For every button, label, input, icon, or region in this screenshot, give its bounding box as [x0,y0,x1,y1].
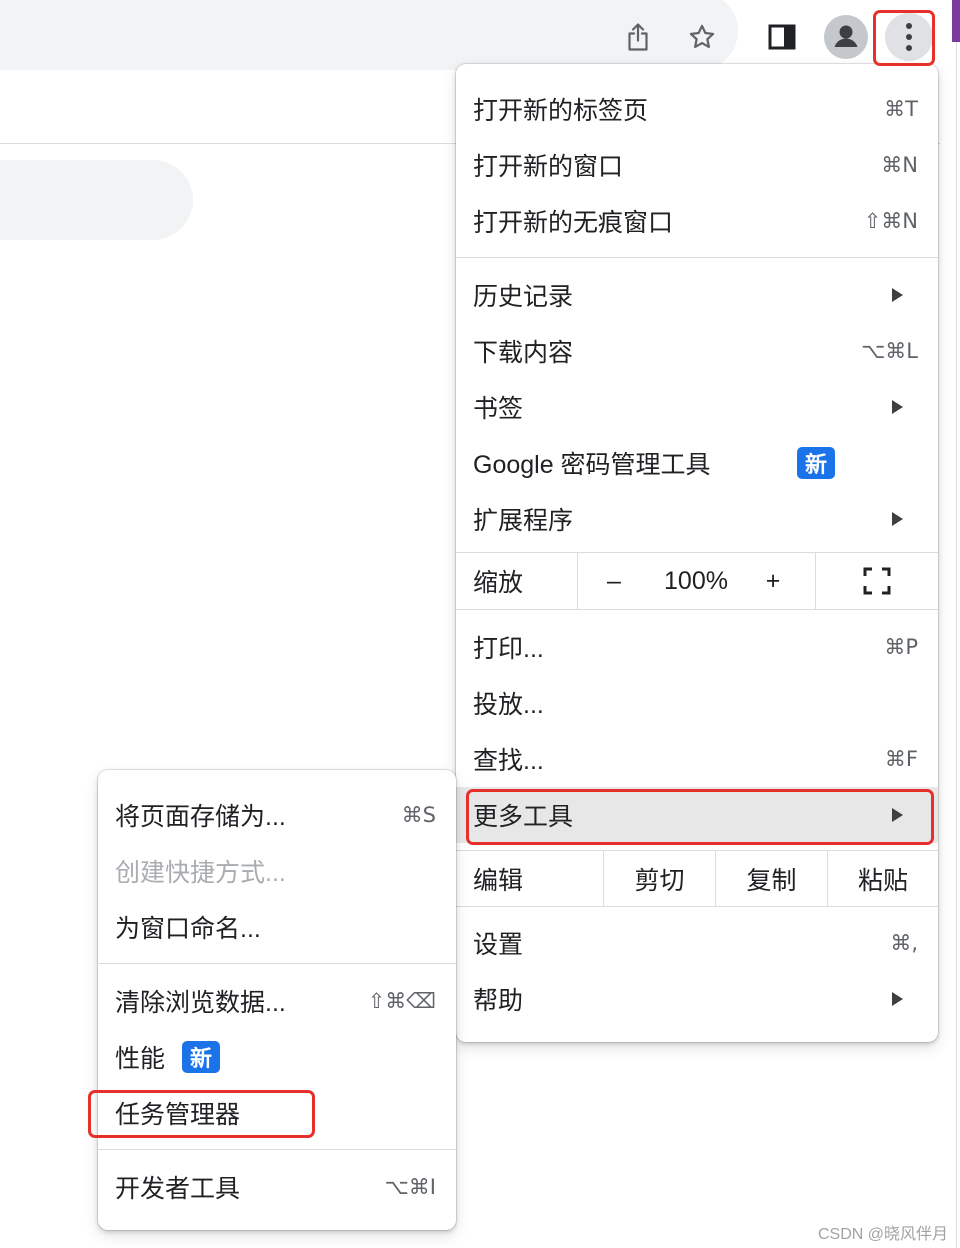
paste-button[interactable]: 粘贴 [828,851,938,906]
menu-item-label: 为窗口命名... [115,915,261,943]
submenu-item-create-shortcut: 创建快捷方式... [98,843,456,899]
menu-item-label: 打印... [473,635,544,663]
menu-item-label: 任务管理器 [115,1101,241,1129]
menu-item-shortcut: ⌥⌘I [384,1175,436,1199]
menu-item-label: 将页面存储为... [115,803,286,831]
menu-item-label: 历史记录 [473,283,574,311]
menu-separator [98,963,456,964]
menu-item-new-incognito-window[interactable]: 打开新的无痕窗口 ⇧⌘N [456,193,938,249]
menu-item-label: 投放... [473,691,544,719]
menu-item-label: 查找... [473,747,544,775]
menu-item-shortcut: ⌘S [401,803,436,827]
menu-item-label: 设置 [473,931,524,959]
submenu-item-clear-browsing-data[interactable]: 清除浏览数据... ⇧⌘⌫ [98,973,456,1029]
menu-item-history[interactable]: 历史记录 [456,267,938,323]
submenu-item-name-window[interactable]: 为窗口命名... [98,899,456,955]
fullscreen-button[interactable] [816,553,938,609]
menu-item-shortcut: ⌘P [884,635,918,659]
bookmark-star-button[interactable] [688,23,716,51]
fullscreen-icon [863,567,891,595]
zoom-level: 100% [664,566,728,595]
window-edge-border [956,42,957,1248]
submenu-item-performance[interactable]: 性能 新 [98,1029,456,1085]
more-tools-submenu: 将页面存储为... ⌘S 创建快捷方式... 为窗口命名... 清除浏览数据..… [98,770,456,1230]
menu-item-shortcut: ⌘N [881,153,918,177]
side-panel-button[interactable] [768,24,796,50]
kebab-menu-icon [885,13,933,61]
share-icon [628,23,648,51]
menu-item-label: 开发者工具 [115,1175,241,1203]
chevron-right-icon [892,400,903,414]
browser-window: 打开新的标签页 ⌘T 打开新的窗口 ⌘N 打开新的无痕窗口 ⇧⌘N 历史记录 下… [0,0,960,1248]
menu-item-print[interactable]: 打印... ⌘P [456,619,938,675]
avatar-icon [824,15,868,59]
edit-label: 编辑 [473,866,524,895]
chevron-right-icon [892,808,903,822]
submenu-item-save-page[interactable]: 将页面存储为... ⌘S [98,787,456,843]
zoom-in-button[interactable]: + [750,553,796,609]
menu-item-cast[interactable]: 投放... [456,675,938,731]
window-edge-accent [952,0,960,42]
share-button[interactable] [625,22,651,52]
menu-item-label: 性能 [115,1045,166,1073]
menu-item-new-tab[interactable]: 打开新的标签页 ⌘T [456,81,938,137]
chevron-right-icon [892,288,903,302]
chrome-main-menu: 打开新的标签页 ⌘T 打开新的窗口 ⌘N 打开新的无痕窗口 ⇧⌘N 历史记录 下… [456,64,938,1042]
menu-item-label: Google 密码管理工具 [473,451,711,479]
new-badge: 新 [182,1041,220,1073]
menu-item-shortcut: ⌘F [884,747,918,771]
chevron-right-icon [892,992,903,1006]
menu-item-new-window[interactable]: 打开新的窗口 ⌘N [456,137,938,193]
copy-button[interactable]: 复制 [716,851,827,906]
menu-item-shortcut: ⌥⌘L [861,339,918,363]
menu-item-label: 扩展程序 [473,507,574,535]
submenu-item-developer-tools[interactable]: 开发者工具 ⌥⌘I [98,1159,456,1215]
submenu-item-task-manager[interactable]: 任务管理器 [98,1085,456,1141]
menu-item-shortcut: ⌘, [890,931,918,955]
side-panel-icon [768,24,796,50]
menu-item-shortcut: ⇧⌘N [863,209,918,233]
profile-button[interactable] [824,15,868,59]
menu-item-label: 清除浏览数据... [115,989,286,1017]
menu-separator [98,1149,456,1150]
menu-item-label: 更多工具 [473,803,574,831]
menu-item-downloads[interactable]: 下载内容 ⌥⌘L [456,323,938,379]
menu-item-password-manager[interactable]: Google 密码管理工具 新 [456,435,938,491]
menu-item-more-tools[interactable]: 更多工具 [456,787,938,843]
page-content-pill [0,160,193,240]
menu-item-label: 帮助 [473,987,524,1015]
zoom-divider [577,553,578,609]
menu-item-shortcut: ⇧⌘⌫ [367,989,436,1013]
menu-item-settings[interactable]: 设置 ⌘, [456,915,938,971]
menu-item-label: 创建快捷方式... [115,859,286,887]
menu-item-help[interactable]: 帮助 [456,971,938,1027]
chevron-right-icon [892,512,903,526]
zoom-out-button[interactable]: – [591,553,637,609]
chrome-menu-button[interactable] [885,13,933,61]
menu-item-label: 书签 [473,395,524,423]
star-icon [689,24,715,49]
new-badge: 新 [797,447,835,479]
menu-item-find[interactable]: 查找... ⌘F [456,731,938,787]
cut-button[interactable]: 剪切 [604,851,715,906]
menu-item-shortcut: ⌘T [884,97,918,121]
zoom-row: 缩放 – 100% + [456,552,938,610]
menu-item-label: 打开新的标签页 [473,97,649,125]
menu-item-extensions[interactable]: 扩展程序 [456,491,938,547]
menu-item-label: 下载内容 [473,339,574,367]
zoom-label: 缩放 [473,569,524,597]
watermark: CSDN @晓风伴月 [817,1226,948,1243]
edit-row: 编辑 剪切 复制 粘贴 [456,850,938,907]
menu-item-label: 打开新的窗口 [473,153,624,181]
menu-separator [456,257,938,258]
menu-item-bookmarks[interactable]: 书签 [456,379,938,435]
menu-item-label: 打开新的无痕窗口 [473,209,674,237]
